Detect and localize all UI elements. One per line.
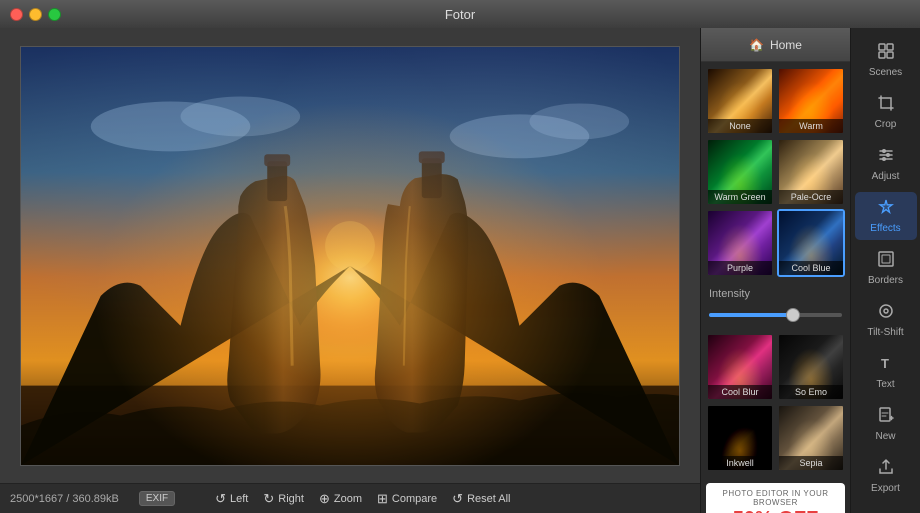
zoom-button[interactable]: ⊕ Zoom: [319, 491, 362, 507]
tool-sidebar: Scenes Crop: [850, 28, 920, 513]
intensity-label: Intensity: [709, 288, 842, 300]
rotate-left-button[interactable]: ↺ Left: [215, 491, 248, 507]
home-button[interactable]: 🏠 Home: [701, 28, 850, 62]
ad-banner[interactable]: PHOTO EDITOR IN YOUR BROWSER 50% OFF Chr…: [706, 483, 845, 513]
filter-sepia-label: Sepia: [779, 456, 843, 470]
filter-pale-ocre[interactable]: Pale-Ocre: [777, 138, 845, 206]
tool-crop[interactable]: Crop: [855, 88, 917, 136]
photo-canvas: [20, 46, 680, 466]
effects-icon: [877, 198, 895, 220]
right-panels: 🏠 Home None Warm Warm Green: [700, 28, 920, 513]
filter-sepia[interactable]: Sepia: [777, 404, 845, 472]
filter-so-emo[interactable]: So Emo: [777, 333, 845, 401]
rotate-left-icon: ↺: [215, 491, 226, 507]
tool-export[interactable]: Export: [855, 452, 917, 500]
filter-none-label: None: [708, 119, 772, 133]
compare-icon: ⊞: [377, 491, 388, 507]
zoom-icon: ⊕: [319, 491, 330, 507]
home-label: Home: [770, 38, 802, 52]
borders-icon: [877, 250, 895, 272]
adjust-label: Adjust: [872, 171, 900, 182]
tool-effects[interactable]: Effects: [855, 192, 917, 240]
text-label: Text: [876, 379, 894, 390]
new-icon: [877, 406, 895, 428]
effects-panel: 🏠 Home None Warm Warm Green: [700, 28, 850, 513]
minimize-button[interactable]: [29, 8, 42, 21]
compare-label: Compare: [392, 493, 437, 505]
status-actions: ↺ Left ↻ Right ⊕ Zoom ⊞ Compare ↺ Rese: [215, 491, 510, 507]
home-icon: 🏠: [749, 38, 764, 52]
effects-label: Effects: [870, 223, 900, 234]
app-title: Fotor: [445, 7, 475, 22]
scenes-label: Scenes: [869, 67, 902, 78]
rotate-left-label: Left: [230, 493, 248, 505]
status-bar: 2500*1667 / 360.89kB EXIF ↺ Left ↻ Right…: [0, 483, 700, 513]
tool-scenes[interactable]: Scenes: [855, 36, 917, 84]
tool-text[interactable]: T Text: [855, 348, 917, 396]
adjust-icon: [877, 146, 895, 168]
rotate-right-button[interactable]: ↻ Right: [263, 491, 304, 507]
filter-none[interactable]: None: [706, 67, 774, 135]
new-label: New: [875, 431, 895, 442]
intensity-section: Intensity: [701, 282, 850, 328]
canvas-area: 2500*1667 / 360.89kB EXIF ↺ Left ↻ Right…: [0, 28, 700, 513]
ad-percent: 50% OFF: [714, 509, 837, 513]
compare-button[interactable]: ⊞ Compare: [377, 491, 437, 507]
filter-warm-green[interactable]: Warm Green: [706, 138, 774, 206]
filter-purple-label: Purple: [708, 261, 772, 275]
tool-new[interactable]: New: [855, 400, 917, 448]
filter-inkwell[interactable]: Inkwell: [706, 404, 774, 472]
ad-top-label: PHOTO EDITOR IN YOUR BROWSER: [714, 489, 837, 507]
crop-label: Crop: [875, 119, 897, 130]
filter-warm[interactable]: Warm: [777, 67, 845, 135]
filter-inkwell-label: Inkwell: [708, 456, 772, 470]
reset-button[interactable]: ↺ Reset All: [452, 491, 510, 507]
filter-cool-blue[interactable]: Cool Blue: [777, 209, 845, 277]
filter-so-emo-label: So Emo: [779, 385, 843, 399]
photo-svg: [21, 47, 679, 465]
filter-warm-label: Warm: [779, 119, 843, 133]
filter-warm-green-label: Warm Green: [708, 190, 772, 204]
crop-icon: [877, 94, 895, 116]
filter-grid-2: Cool Blur So Emo Inkwell Sepia: [701, 328, 850, 477]
text-icon: T: [877, 354, 895, 376]
filter-brilliant-rose-label: Cool Blur: [708, 385, 772, 399]
filter-cool-blue-label: Cool Blue: [779, 261, 843, 275]
filter-pale-ocre-label: Pale-Ocre: [779, 190, 843, 204]
canvas-wrapper: [0, 28, 700, 483]
export-icon: [877, 458, 895, 480]
zoom-label: Zoom: [334, 493, 362, 505]
export-label: Export: [871, 483, 900, 494]
borders-label: Borders: [868, 275, 903, 286]
rotate-right-icon: ↻: [263, 491, 274, 507]
close-button[interactable]: [10, 8, 23, 21]
titlebar: Fotor: [0, 0, 920, 28]
ad-off-label: OFF: [778, 508, 818, 513]
scenes-icon: [877, 42, 895, 64]
reset-icon: ↺: [452, 491, 463, 507]
filter-brilliant-rose[interactable]: Cool Blur: [706, 333, 774, 401]
window-controls: [10, 8, 61, 21]
tool-adjust[interactable]: Adjust: [855, 140, 917, 188]
filter-purple[interactable]: Purple: [706, 209, 774, 277]
svg-text:T: T: [881, 356, 889, 371]
tool-borders[interactable]: Borders: [855, 244, 917, 292]
main-content: 2500*1667 / 360.89kB EXIF ↺ Left ↻ Right…: [0, 28, 920, 513]
filter-grid: None Warm Warm Green Pale-Ocre: [701, 62, 850, 282]
tilt-shift-icon: [877, 302, 895, 324]
tilt-shift-label: Tilt-Shift: [867, 327, 903, 338]
maximize-button[interactable]: [48, 8, 61, 21]
image-info: 2500*1667 / 360.89kB: [10, 493, 119, 505]
reset-label: Reset All: [467, 493, 510, 505]
tool-tilt-shift[interactable]: Tilt-Shift: [855, 296, 917, 344]
exif-button[interactable]: EXIF: [139, 491, 175, 506]
intensity-slider[interactable]: [709, 313, 842, 317]
rotate-right-label: Right: [278, 493, 304, 505]
